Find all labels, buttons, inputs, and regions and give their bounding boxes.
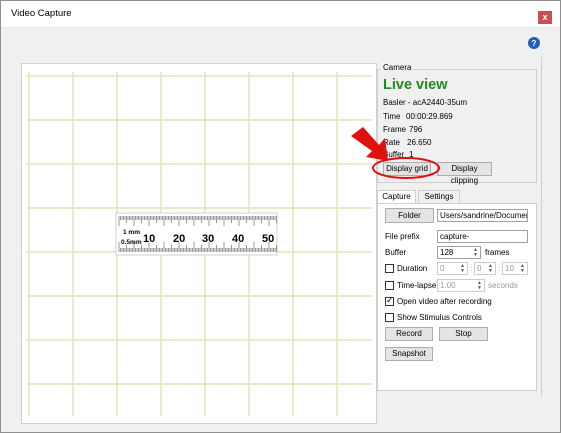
annotation-arrow-icon: [351, 127, 388, 161]
annotation-ellipse-icon: [372, 157, 440, 179]
annotation-overlay: [351, 127, 440, 179]
